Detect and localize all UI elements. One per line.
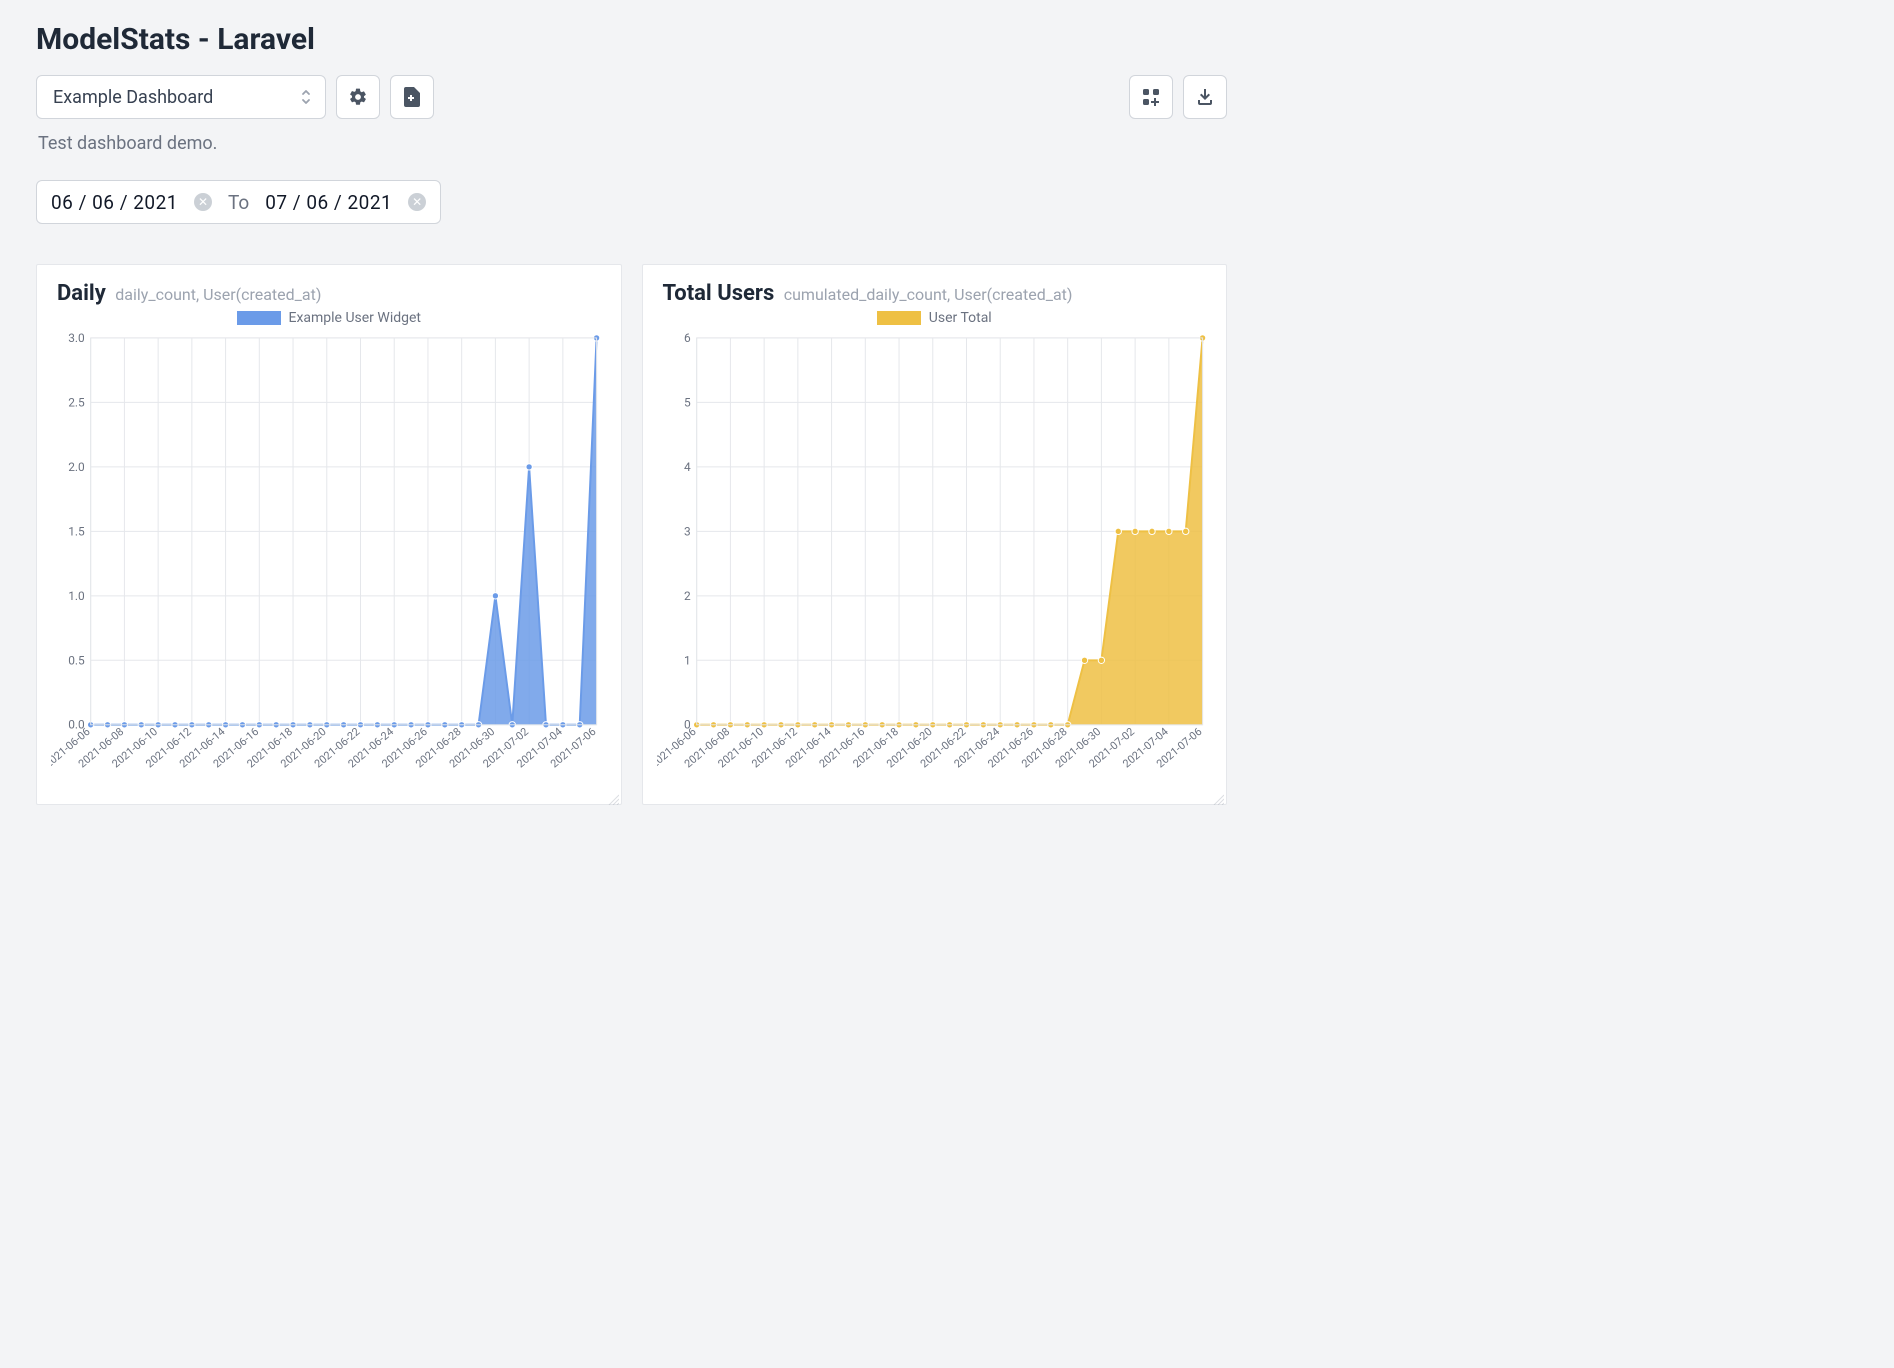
svg-text:5: 5: [684, 395, 691, 409]
chart-title-sub: cumulated_daily_count, User(created_at): [784, 285, 1073, 304]
page-root: ModelStats - Laravel Example Dashboard: [0, 0, 1263, 841]
toolbar-right: [1129, 75, 1227, 119]
date-to-label: To: [228, 191, 249, 214]
toolbar: Example Dashboard: [36, 75, 1227, 119]
legend-swatch: [237, 311, 281, 325]
clear-from-button[interactable]: ✕: [194, 193, 212, 211]
chevron-updown-icon: [299, 88, 313, 106]
dashboard-description: Test dashboard demo.: [38, 133, 1227, 154]
resize-handle[interactable]: [1212, 790, 1224, 802]
svg-text:1.5: 1.5: [68, 524, 85, 538]
chart-plot-daily[interactable]: 0.00.51.01.52.02.53.02021-06-062021-06-0…: [51, 328, 607, 794]
svg-text:4: 4: [684, 460, 691, 474]
svg-text:1: 1: [684, 653, 691, 667]
resize-handle[interactable]: [607, 790, 619, 802]
svg-text:2.0: 2.0: [68, 460, 85, 474]
add-widget-button[interactable]: [1129, 75, 1173, 119]
chart-plot-total[interactable]: 01234562021-06-062021-06-082021-06-10202…: [657, 328, 1213, 794]
legend-label: Example User Widget: [289, 310, 422, 326]
svg-text:2: 2: [684, 589, 691, 603]
close-icon: ✕: [198, 196, 208, 208]
toolbar-left: Example Dashboard: [36, 75, 434, 119]
svg-text:6: 6: [684, 331, 691, 345]
page-title: ModelStats - Laravel: [36, 22, 1227, 57]
chart-title: Total Users cumulated_daily_count, User(…: [663, 281, 1213, 306]
svg-text:0.5: 0.5: [68, 653, 85, 667]
chart-title-sub: daily_count, User(created_at): [115, 285, 321, 304]
charts-row: Daily daily_count, User(created_at) Exam…: [36, 264, 1227, 805]
download-icon: [1195, 88, 1215, 106]
chart-legend[interactable]: Example User Widget: [51, 310, 607, 326]
dashboard-select-label: Example Dashboard: [53, 87, 213, 108]
date-from-value[interactable]: 06 / 06 / 2021: [51, 191, 178, 214]
settings-button[interactable]: [336, 75, 380, 119]
svg-text:2.5: 2.5: [68, 395, 85, 409]
new-file-button[interactable]: [390, 75, 434, 119]
svg-text:1.0: 1.0: [68, 589, 85, 603]
svg-text:3: 3: [684, 524, 691, 538]
legend-label: User Total: [929, 310, 992, 326]
svg-text:3.0: 3.0: [68, 331, 85, 345]
close-icon: ✕: [412, 196, 422, 208]
chart-card-daily: Daily daily_count, User(created_at) Exam…: [36, 264, 622, 805]
chart-legend[interactable]: User Total: [657, 310, 1213, 326]
chart-card-total: Total Users cumulated_daily_count, User(…: [642, 264, 1228, 805]
chart-title: Daily daily_count, User(created_at): [57, 281, 607, 306]
dashboard-select[interactable]: Example Dashboard: [36, 75, 326, 119]
legend-swatch: [877, 311, 921, 325]
date-range[interactable]: 06 / 06 / 2021 ✕ To 07 / 06 / 2021 ✕: [36, 180, 441, 224]
clear-to-button[interactable]: ✕: [408, 193, 426, 211]
date-to-value[interactable]: 07 / 06 / 2021: [265, 191, 392, 214]
gear-icon: [348, 87, 368, 107]
download-button[interactable]: [1183, 75, 1227, 119]
grid-plus-icon: [1142, 88, 1160, 106]
chart-title-main: Total Users: [663, 281, 775, 306]
chart-title-main: Daily: [57, 281, 106, 306]
file-plus-icon: [403, 87, 421, 107]
